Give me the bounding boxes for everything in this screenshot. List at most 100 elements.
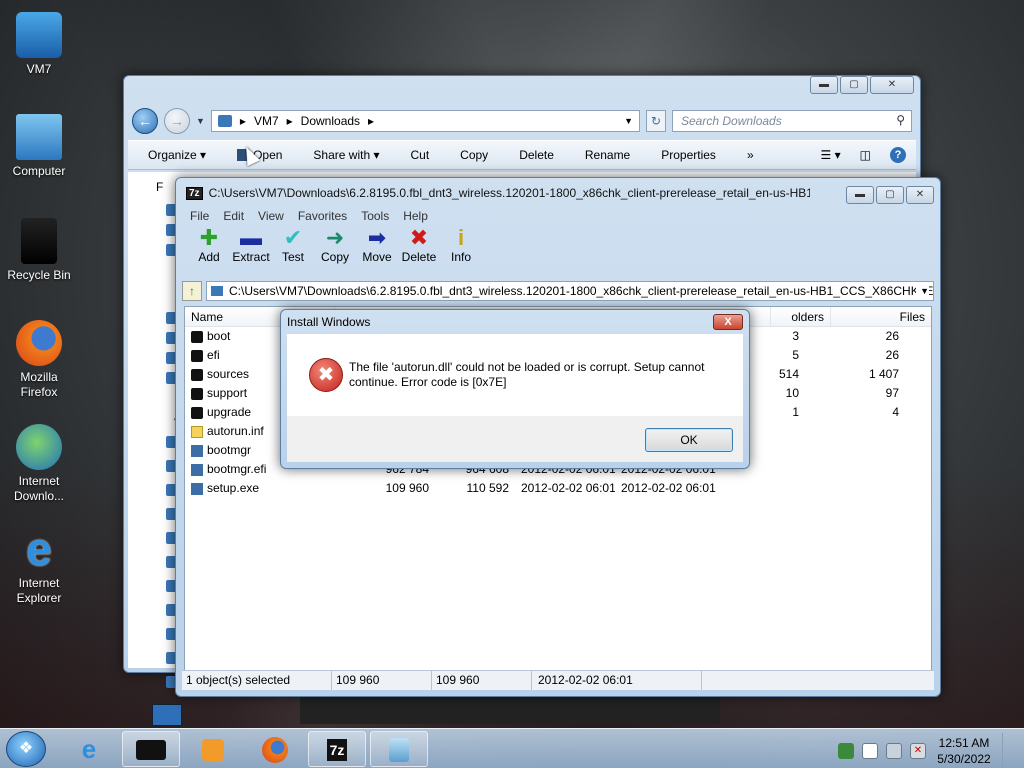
desktop-icon-vm7[interactable]: VM7 — [4, 12, 74, 77]
view-options-icon[interactable]: ☰ ▾ — [821, 148, 856, 162]
taskbar-7zip[interactable]: 7z — [308, 731, 366, 767]
plus-icon: ✚ — [199, 225, 219, 250]
list-cell-name-text: boot — [207, 329, 231, 343]
recent-pages-icon[interactable]: ▼ — [196, 116, 205, 126]
menu-edit[interactable]: Edit — [223, 209, 244, 223]
maximize-button[interactable]: ▢ — [876, 186, 904, 204]
menu-favorites[interactable]: Favorites — [298, 209, 347, 223]
taskbar-setup[interactable] — [370, 731, 428, 767]
back-button[interactable]: ← — [132, 108, 158, 134]
list-item[interactable]: setup.exe 109 960 110 592 2012-02-02 06:01 2… — [185, 479, 931, 498]
menu-file[interactable]: File — [190, 209, 209, 223]
sevenzip-statusbar: 1 object(s) selected 109 960 109 960 201… — [182, 670, 934, 690]
list-cell-packed: 110 592 — [466, 481, 510, 495]
desktop-icon-idm[interactable]: Internet Downlo... — [4, 424, 74, 504]
settings-file-icon — [191, 425, 203, 438]
list-cell-files — [805, 479, 905, 498]
help-icon[interactable]: ? — [890, 147, 906, 163]
taskbar: ❖ e 7z ✕ 12:51 AM 5/30/2022 — [0, 728, 1024, 768]
maximize-button[interactable]: ▢ — [840, 76, 868, 94]
menu-help[interactable]: Help — [403, 209, 428, 223]
desktop-icon-ie[interactable]: e Internet Explorer — [4, 526, 74, 606]
forward-button[interactable]: → — [164, 108, 190, 134]
list-cell-files: 97 — [885, 386, 899, 400]
install-windows-dialog[interactable]: Install Windows X ✖ The file 'autorun.dl… — [280, 309, 750, 469]
desktop-icon-label: Computer — [12, 164, 66, 178]
list-cell-files — [805, 460, 905, 479]
desktop-icon-firefox[interactable]: Mozilla Firefox — [4, 320, 74, 400]
desktop-icon-label: Mozilla Firefox — [20, 370, 58, 399]
dialog-close-button[interactable]: X — [713, 314, 743, 330]
taskbar-media-center[interactable] — [122, 731, 180, 767]
minimize-button[interactable]: ▬ — [810, 76, 838, 94]
folder-icon — [191, 406, 203, 419]
clock[interactable]: 12:51 AM 5/30/2022 — [934, 735, 994, 767]
list-cell-folders: 1 — [792, 405, 799, 419]
desktop-icon-label: Recycle Bin — [7, 268, 71, 282]
close-button[interactable]: ✕ — [906, 186, 934, 204]
delete-button[interactable]: Delete — [519, 148, 569, 162]
move-label: Move — [362, 250, 392, 264]
test-button[interactable]: ✔ Test — [272, 226, 314, 276]
column-files[interactable]: Files — [831, 307, 931, 326]
sevenzip-path-text: C:\Users\VM7\Downloads\6.2.8195.0.fbl_dn… — [229, 284, 934, 298]
share-with-button[interactable]: Share with ▾ — [313, 148, 394, 162]
folder-up-icon[interactable]: ↑ — [182, 281, 202, 301]
address-dropdown-icon[interactable]: ▼ — [624, 116, 633, 126]
menu-tools[interactable]: Tools — [361, 209, 389, 223]
breadcrumb-vm7[interactable]: VM7 — [254, 114, 279, 128]
show-desktop-button[interactable] — [1002, 733, 1012, 768]
computer-icon — [16, 114, 62, 160]
breadcrumb-downloads[interactable]: Downloads — [301, 114, 360, 128]
list-cell-files: 26 — [885, 348, 899, 362]
file-icon — [191, 444, 203, 457]
explorer-address-row: ← → ▼ ▸ VM7 ▸ Downloads ▸ ▼ ↻ Search Dow… — [132, 108, 912, 134]
refresh-button[interactable]: ↻ — [646, 110, 666, 132]
add-button[interactable]: ✚ Add — [188, 226, 230, 276]
firefox-icon — [16, 320, 62, 366]
extract-button[interactable]: ▬ Extract — [230, 226, 272, 276]
display-icon[interactable] — [886, 743, 902, 759]
desktop-icon-recycle-bin[interactable]: Recycle Bin — [4, 218, 74, 283]
minimize-button[interactable]: ▬ — [846, 186, 874, 204]
desktop-icon-computer[interactable]: Computer — [4, 114, 74, 179]
close-button[interactable]: ✕ — [870, 76, 914, 94]
preview-pane-icon[interactable]: ◫ — [860, 148, 886, 162]
copy-button[interactable]: ➜ Copy — [314, 226, 356, 276]
minus-icon: ▬ — [240, 225, 262, 250]
info-label: Info — [450, 250, 471, 264]
properties-button[interactable]: Properties — [661, 148, 731, 162]
taskbar-firefox[interactable] — [246, 731, 304, 767]
delete-button[interactable]: ✖ Delete — [398, 226, 440, 276]
taskbar-ie[interactable]: e — [60, 731, 118, 767]
cut-button[interactable]: Cut — [410, 148, 444, 162]
list-cell-folders: 3 — [792, 329, 799, 343]
nav-group-favorites[interactable]: F — [156, 180, 163, 194]
error-icon: ✖ — [309, 358, 343, 392]
network-icon[interactable] — [838, 743, 854, 759]
list-cell-name-text: support — [207, 386, 248, 400]
menu-view[interactable]: View — [258, 209, 284, 223]
start-button[interactable]: ❖ — [6, 731, 46, 767]
organize-button[interactable]: Organize ▾ — [148, 148, 221, 162]
path-dropdown-icon[interactable]: ▼ — [916, 282, 929, 300]
error-message: The file 'autorun.dll' could not be load… — [349, 360, 705, 389]
folder-icon — [191, 330, 203, 343]
search-input[interactable]: Search Downloads ⚲ — [672, 110, 912, 132]
taskbar-media-player[interactable] — [184, 731, 242, 767]
info-button[interactable]: i Info — [440, 226, 482, 276]
volume-muted-icon[interactable]: ✕ — [910, 743, 926, 759]
list-cell-folders — [745, 479, 805, 498]
address-bar[interactable]: ▸ VM7 ▸ Downloads ▸ ▼ — [210, 110, 640, 132]
move-button[interactable]: ➡ Move — [356, 226, 398, 276]
media-player-icon — [202, 738, 224, 761]
copy-button[interactable]: Copy — [460, 148, 503, 162]
sevenzip-path-input[interactable]: C:\Users\VM7\Downloads\6.2.8195.0.fbl_dn… — [206, 281, 934, 301]
column-folders[interactable]: olders — [771, 307, 831, 326]
breadcrumb-separator: ▸ — [368, 114, 375, 128]
ok-button[interactable]: OK — [645, 428, 733, 452]
action-center-icon[interactable] — [862, 743, 878, 759]
rename-button[interactable]: Rename — [585, 148, 645, 162]
search-placeholder: Search Downloads — [681, 114, 782, 128]
more-commands-button[interactable]: » — [747, 148, 769, 162]
